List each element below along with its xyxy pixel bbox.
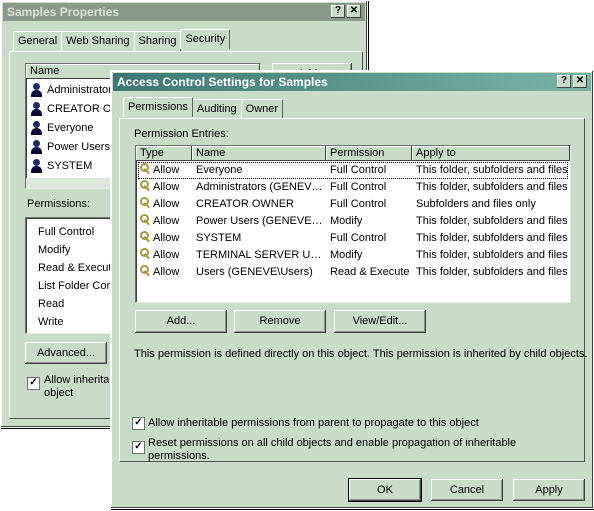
tab-security[interactable]: Security xyxy=(180,29,231,49)
key-icon xyxy=(140,180,150,190)
key-icon xyxy=(140,248,150,258)
key-icon xyxy=(140,231,150,241)
tab-permissions[interactable]: Permissions xyxy=(123,97,193,117)
table-row[interactable]: Allow TERMINAL SERVER USER Modify This f… xyxy=(138,247,568,264)
close-icon[interactable]: ✕ xyxy=(573,75,587,88)
allow-inheritable-checkbox[interactable]: ✓ xyxy=(27,377,40,390)
group-icon xyxy=(30,140,44,155)
table-row[interactable]: Allow Users (GENEVE\Users) Read & Execut… xyxy=(138,264,568,281)
key-icon xyxy=(140,197,150,207)
column-header-apply-to[interactable]: Apply to xyxy=(412,146,570,161)
view-edit-button[interactable]: View/Edit... xyxy=(334,310,426,333)
tab-auditing[interactable]: Auditing xyxy=(191,99,242,119)
table-row[interactable]: Allow Power Users (GENEVE\Power Users) M… xyxy=(138,213,568,230)
permission-description: This permission is defined directly on t… xyxy=(134,348,588,360)
table-row[interactable]: Allow Everyone Full Control This folder,… xyxy=(138,162,568,179)
permission-entries-table[interactable]: Type Name Permission Apply to Allow Ever… xyxy=(135,145,571,303)
group-icon xyxy=(30,102,44,117)
reset-permissions-checkbox[interactable]: ✓ xyxy=(132,441,145,454)
access-control-dialog: Access Control Settings for Samples ? ✕ … xyxy=(110,70,594,509)
group-icon xyxy=(30,159,44,174)
table-row[interactable]: Allow SYSTEM Full Control This folder, s… xyxy=(138,230,568,247)
tab-owner[interactable]: Owner xyxy=(240,99,284,119)
properties-tabs: General Web Sharing Sharing Security xyxy=(13,29,231,51)
tab-web-sharing[interactable]: Web Sharing xyxy=(61,31,135,51)
table-row[interactable]: Allow Administrators (GENEVE\Administrat… xyxy=(138,179,568,196)
permission-name: Full Control xyxy=(38,226,95,238)
ok-button[interactable]: OK xyxy=(348,478,422,502)
samples-properties-title-bar[interactable]: Samples Properties ? ✕ xyxy=(3,3,365,21)
close-icon[interactable]: ✕ xyxy=(347,5,361,18)
reset-permissions-label: Reset permissions on all child objects a… xyxy=(148,437,517,462)
column-header-name[interactable]: Name xyxy=(192,146,326,161)
group-icon xyxy=(30,121,44,136)
help-icon[interactable]: ? xyxy=(331,5,345,18)
apply-button[interactable]: Apply xyxy=(513,479,585,501)
add-entry-button[interactable]: Add... xyxy=(135,310,227,333)
key-icon xyxy=(140,265,150,275)
permission-entries-label: Permission Entries: xyxy=(134,128,229,140)
table-row[interactable]: Allow CREATOR OWNER Full Control Subfold… xyxy=(138,196,568,213)
group-icon xyxy=(30,83,44,98)
column-header-type[interactable]: Type xyxy=(136,146,192,161)
permission-name: Read & Execute xyxy=(38,262,118,274)
permissions-label: Permissions: xyxy=(27,198,90,210)
advanced-button[interactable]: Advanced... xyxy=(25,342,107,364)
column-header-permission[interactable]: Permission xyxy=(326,146,412,161)
permissions-panel: Permission Entries: Type Name Permission… xyxy=(119,118,588,462)
cancel-button[interactable]: Cancel xyxy=(431,479,503,501)
dialog-tabs: Permissions Auditing Owner xyxy=(123,97,284,119)
tab-general[interactable]: General xyxy=(13,31,63,51)
help-icon[interactable]: ? xyxy=(557,75,571,88)
key-icon xyxy=(140,163,150,173)
window-title: Samples Properties xyxy=(7,5,120,19)
permission-name: Read xyxy=(38,298,65,310)
dialog-title: Access Control Settings for Samples xyxy=(117,75,328,89)
key-icon xyxy=(140,214,150,224)
remove-entry-button[interactable]: Remove xyxy=(234,310,326,333)
tab-sharing[interactable]: Sharing xyxy=(133,31,182,51)
access-control-title-bar[interactable]: Access Control Settings for Samples ? ✕ xyxy=(113,73,591,91)
permission-name: Modify xyxy=(38,244,71,256)
permission-name: Write xyxy=(38,316,64,328)
allow-inheritable-checkbox[interactable]: ✓ xyxy=(132,417,145,430)
allow-inheritable-label: Allow inheritable permissions from paren… xyxy=(148,417,479,429)
